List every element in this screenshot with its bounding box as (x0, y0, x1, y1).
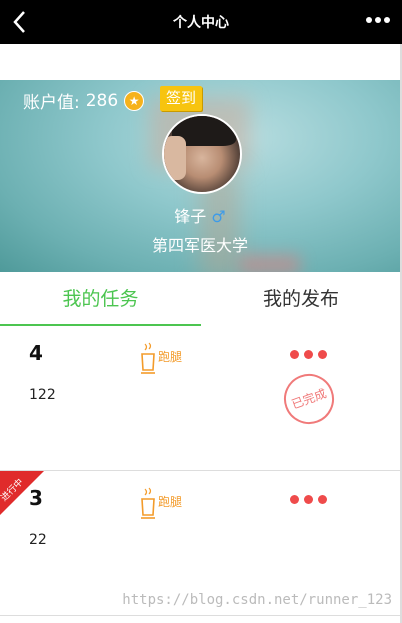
profile-banner: 账户值: 286 ★ 签到 锋子 ♂ 第四军医大学 (0, 80, 400, 272)
task-more-icon[interactable] (290, 495, 327, 504)
male-icon: ♂ (211, 207, 226, 226)
tab-bar: 我的任务 我的发布 (0, 272, 402, 326)
user-school: 第四军医大学 (151, 236, 248, 255)
coffee-cup-icon (141, 487, 155, 519)
user-name: 锋子 ♂ (0, 203, 400, 227)
task-more-icon[interactable] (290, 350, 327, 359)
avatar[interactable] (162, 114, 242, 194)
account-value: 账户值: 286 ★ (23, 88, 145, 113)
task-type: 跑腿 (138, 485, 182, 519)
coffee-cup-icon (141, 342, 155, 374)
task-sub-value: 22 (29, 532, 47, 548)
top-nav-bar: 个人中心 (0, 0, 402, 44)
task-card[interactable]: 4 122 跑腿 已完成 (0, 326, 402, 471)
task-number: 3 (29, 486, 43, 510)
task-sub-value: 122 (29, 387, 56, 403)
coin-icon: ★ (124, 90, 145, 111)
completed-stamp: 已完成 (276, 366, 342, 432)
account-number: 286 (85, 90, 119, 111)
task-type-label: 跑腿 (158, 495, 183, 509)
sign-in-button[interactable]: 签到 (160, 86, 202, 111)
user-name-text: 锋子 (174, 207, 207, 226)
watermark: https://blog.csdn.net/runner_123 (122, 592, 392, 608)
task-number: 4 (29, 341, 43, 365)
account-label: 账户值: (23, 93, 80, 113)
task-type: 跑腿 (138, 340, 182, 374)
more-options-icon[interactable] (366, 17, 390, 23)
task-type-label: 跑腿 (158, 350, 183, 364)
tab-my-posts[interactable]: 我的发布 (201, 272, 401, 326)
page-title: 个人中心 (173, 15, 229, 31)
tab-my-tasks[interactable]: 我的任务 (0, 272, 201, 326)
